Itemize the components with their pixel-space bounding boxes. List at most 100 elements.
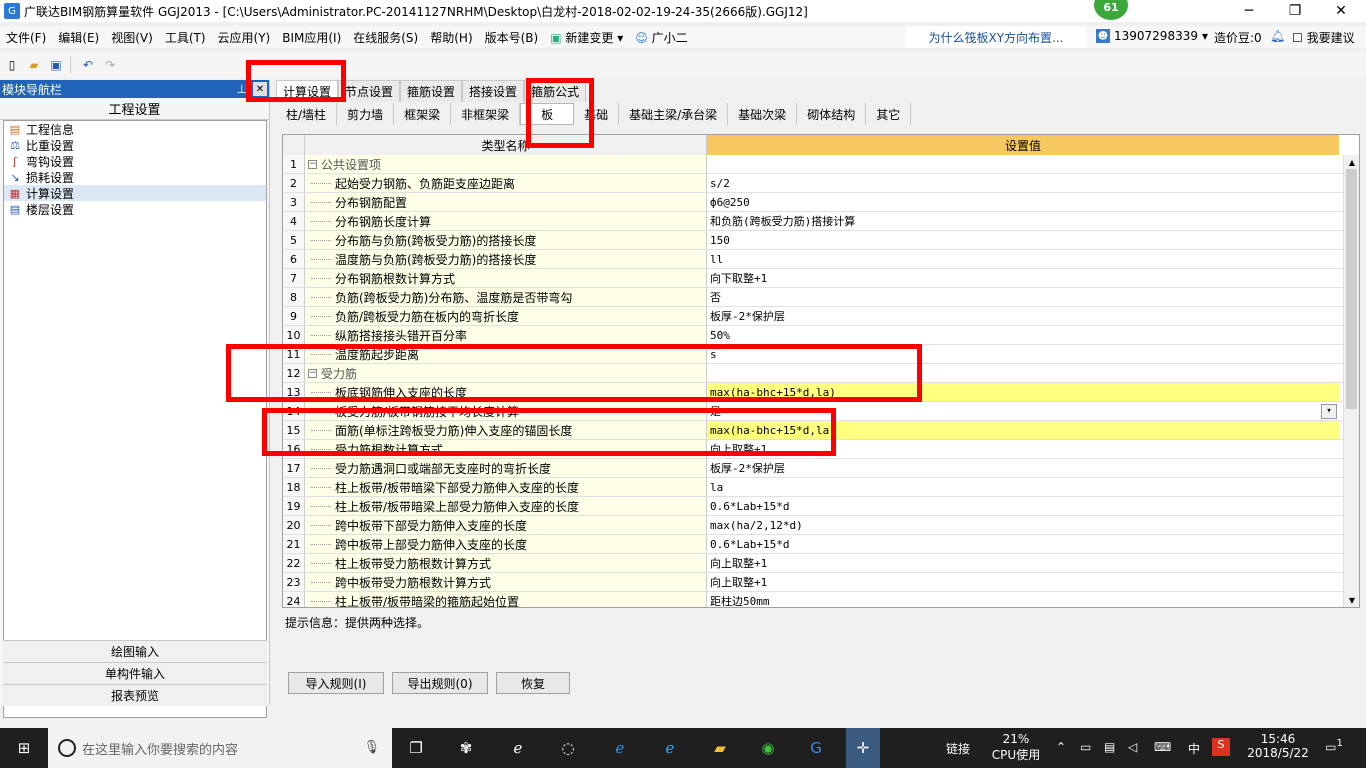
row-value-cell[interactable]: 和负筋(跨板受力筋)搭接计算 [707, 212, 1339, 230]
tab-foundation-sub-beam[interactable]: 基础次梁 [728, 103, 798, 125]
ie-icon[interactable]: ℯ [506, 736, 530, 760]
row-value-cell[interactable]: 向上取整+1 [707, 573, 1339, 591]
table-row[interactable]: 19 柱上板带/板带暗梁上部受力筋伸入支座的长度 0.6*Lab+15*d [283, 497, 1359, 516]
table-row[interactable]: 4 分布钢筋长度计算 和负筋(跨板受力筋)搭接计算 [283, 212, 1359, 231]
tab-node-settings[interactable]: 节点设置 [338, 80, 401, 102]
tab-foundation[interactable]: 基础 [574, 103, 620, 125]
nav-item-calc[interactable]: ▦ 计算设置 [4, 185, 266, 201]
suggest-link[interactable]: ☐ 我要建议 [1292, 29, 1355, 46]
table-row[interactable]: 8 负筋(跨板受力筋)分布筋、温度筋是否带弯勾 否 [283, 288, 1359, 307]
pin-icon[interactable]: ⊥ [237, 82, 247, 96]
glodon-active-icon[interactable]: ✛ [846, 728, 880, 768]
close-button[interactable]: ✕ [1318, 0, 1364, 22]
table-row[interactable]: 9 负筋/跨板受力筋在板内的弯折长度 板厚-2*保护层 [283, 307, 1359, 326]
row-value-cell[interactable]: 距柱边50mm [707, 592, 1339, 607]
keyboard-icon[interactable]: ⌨ [1154, 740, 1171, 754]
row-value-cell[interactable]: max(ha/2,12*d) [707, 516, 1339, 534]
chevron-down-icon[interactable]: ▾ [1321, 403, 1337, 419]
table-row[interactable]: 2 起始受力钢筋、负筋距支座边距离 s/2 [283, 174, 1359, 193]
microphone-icon[interactable]: 🎙︎ [363, 740, 380, 755]
clock[interactable]: 15:46 2018/5/22 [1238, 732, 1318, 760]
glodon-g-icon[interactable]: G [804, 736, 828, 760]
nav-item-density[interactable]: ⚖︎ 比重设置 [4, 137, 266, 153]
table-row[interactable]: 11 温度筋起步距离 s [283, 345, 1359, 364]
nav-item-hook[interactable]: ʃ 弯钩设置 [4, 153, 266, 169]
nav-item-project-info[interactable]: ▤ 工程信息 [4, 121, 266, 137]
redo-icon[interactable]: ↷ [102, 57, 118, 73]
network-icon[interactable]: ▤ [1104, 740, 1115, 754]
question-link[interactable]: 为什么筏板XY方向布置... [906, 26, 1086, 48]
open-folder-icon[interactable]: ▰ [26, 57, 42, 73]
table-row[interactable]: 20 跨中板带下部受力筋伸入支座的长度 max(ha/2,12*d) [283, 516, 1359, 535]
table-row[interactable]: 3 分布钢筋配置 ф6@250 [283, 193, 1359, 212]
tray-chevron-icon[interactable]: ⌃ [1056, 740, 1066, 754]
row-value-cell[interactable]: la [707, 478, 1339, 496]
row-value-cell[interactable]: s [707, 345, 1339, 363]
nav-section-title[interactable]: 工程设置 [0, 98, 269, 120]
windows-start-icon[interactable]: ⊞ [12, 736, 36, 760]
nav-drawing-input[interactable]: 绘图输入 [3, 640, 267, 662]
user-account[interactable]: ☻ 13907298339 ▾ [1096, 29, 1208, 43]
score-badge[interactable]: 61 [1094, 0, 1128, 20]
taskbar-search[interactable]: 在这里输入你要搜索的内容 🎙︎ [48, 728, 392, 768]
tab-frame-beam[interactable]: 框架梁 [394, 103, 452, 125]
tab-shear-wall[interactable]: 剪力墙 [337, 103, 395, 125]
row-value-cell[interactable] [707, 364, 1339, 382]
table-row[interactable]: 1− 公共设置项 [283, 155, 1359, 174]
menu-cloud[interactable]: 云应用(Y) [212, 29, 277, 46]
row-value-cell[interactable]: 0.6*Lab+15*d [707, 497, 1339, 515]
row-value-cell[interactable]: 向上取整+1 [707, 554, 1339, 572]
tab-masonry[interactable]: 砌体结构 [797, 103, 867, 125]
tab-calc-settings[interactable]: 计算设置 [276, 80, 339, 102]
nav-item-loss[interactable]: ↘ 损耗设置 [4, 169, 266, 185]
undo-icon[interactable]: ↶ [80, 57, 96, 73]
file-explorer-icon[interactable]: ▰ [708, 736, 732, 760]
table-row[interactable]: 10 纵筋搭接接头错开百分率 50% [283, 326, 1359, 345]
grid-scrollbar[interactable]: ▲ ▼ [1343, 155, 1359, 607]
tab-other[interactable]: 其它 [866, 103, 912, 125]
menu-file[interactable]: 文件(F) [0, 29, 52, 46]
tab-stirrup-formula[interactable]: 箍筋公式 [524, 80, 587, 102]
table-row[interactable]: 6 温度筋与负筋(跨板受力筋)的搭接长度 ll [283, 250, 1359, 269]
browser-360-icon[interactable]: ◉ [756, 736, 780, 760]
row-value-cell[interactable]: ф6@250 [707, 193, 1339, 211]
nav-single-component[interactable]: 单构件输入 [3, 662, 267, 684]
volume-icon[interactable]: ◁ [1128, 740, 1137, 754]
collapse-icon[interactable]: − [308, 368, 317, 378]
scroll-thumb[interactable] [1346, 169, 1357, 409]
row-value-cell[interactable]: 150 [707, 231, 1339, 249]
row-value-cell[interactable]: max(ha-bhc+15*d,la) [707, 421, 1339, 439]
table-row[interactable]: 5 分布筋与负筋(跨板受力筋)的搭接长度 150 [283, 231, 1359, 250]
tab-column[interactable]: 柱/墙柱 [276, 103, 338, 125]
tab-non-frame-beam[interactable]: 非框架梁 [451, 103, 521, 125]
new-file-icon[interactable]: ▯ [4, 57, 20, 73]
ime-indicator[interactable]: 中 [1188, 740, 1200, 757]
menu-version[interactable]: 版本号(B) [479, 29, 545, 46]
save-icon[interactable]: ▣ [48, 57, 64, 73]
nav-item-floor[interactable]: ▤ 楼层设置 [4, 201, 266, 217]
menu-guangxiaoer[interactable]: ☺ 广小二 [629, 29, 693, 46]
menu-edit[interactable]: 编辑(E) [52, 29, 105, 46]
scroll-up-icon[interactable]: ▲ [1344, 155, 1359, 169]
menu-new-change[interactable]: ▣ 新建变更 ▾ [544, 29, 629, 46]
tray-device-icon[interactable]: ▭ [1080, 740, 1091, 754]
table-row[interactable]: 17 受力筋遇洞口或端部无支座时的弯折长度 板厚-2*保护层 [283, 459, 1359, 478]
table-row[interactable]: 15 面筋(单标注跨板受力筋)伸入支座的锚固长度 max(ha-bhc+15*d,l… [283, 421, 1359, 440]
scroll-down-icon[interactable]: ▼ [1344, 593, 1359, 607]
nav-report-preview[interactable]: 报表预览 [3, 684, 267, 706]
cpu-usage[interactable]: 21% CPU使用 [990, 732, 1042, 763]
table-row[interactable]: 22 柱上板带受力筋根数计算方式 向上取整+1 [283, 554, 1359, 573]
minimize-button[interactable]: ─ [1226, 0, 1272, 22]
tab-lap-settings[interactable]: 搭接设置 [462, 80, 525, 102]
edge-icon[interactable]: ℯ [608, 736, 632, 760]
table-row[interactable]: 13 板底钢筋伸入支座的长度 max(ha-bhc+15*d,la) [283, 383, 1359, 402]
row-value-cell[interactable]: 向下取整+1 [707, 269, 1339, 287]
row-value-cell[interactable]: 0.6*Lab+15*d [707, 535, 1339, 553]
restore-button[interactable]: 恢复 [496, 672, 570, 694]
table-row[interactable]: 12− 受力筋 [283, 364, 1359, 383]
task-view-icon[interactable]: ❐ [404, 736, 428, 760]
table-row[interactable]: 16 受力筋根数计算方式 向上取整+1 [283, 440, 1359, 459]
fan-app-icon[interactable]: ✾ [454, 736, 478, 760]
menu-tools[interactable]: 工具(T) [159, 29, 212, 46]
row-value-cell[interactable]: max(ha-bhc+15*d,la) [707, 383, 1339, 401]
